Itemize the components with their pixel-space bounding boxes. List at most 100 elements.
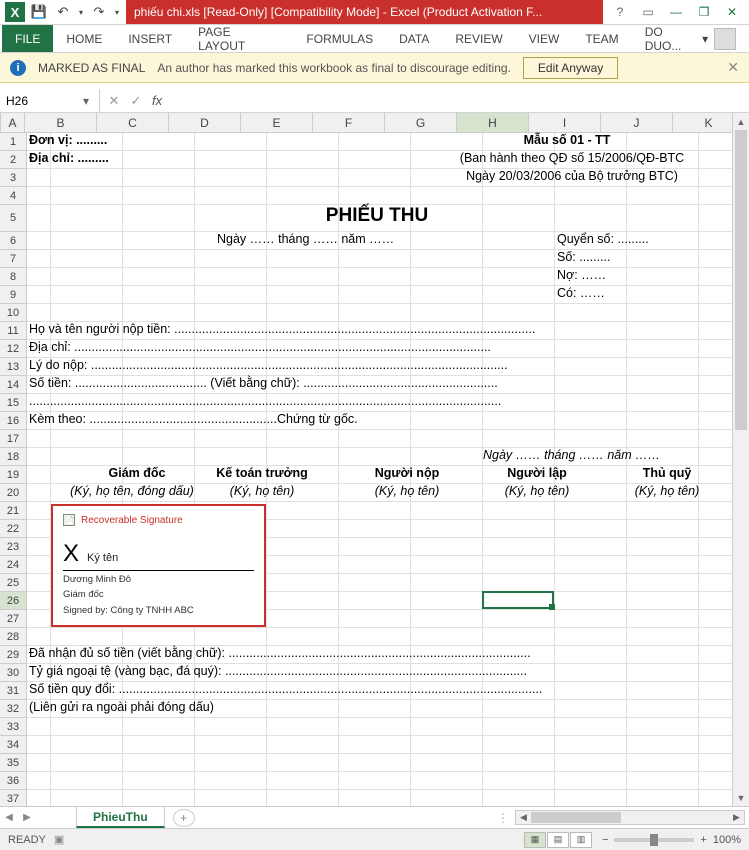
scroll-left-icon[interactable]: ◀ bbox=[516, 812, 531, 823]
signature-box[interactable]: 📄 Recoverable Signature X Ký tên Dương M… bbox=[51, 504, 266, 627]
user-menu[interactable]: DO DUO... ▾ bbox=[632, 25, 749, 52]
horizontal-scrollbar[interactable]: ◀ ▶ bbox=[515, 810, 745, 825]
page-layout-view-icon[interactable]: ▤ bbox=[547, 832, 569, 848]
row-header-22[interactable]: 22 bbox=[0, 520, 27, 538]
row-header-36[interactable]: 36 bbox=[0, 772, 27, 790]
tab-file[interactable]: FILE bbox=[2, 25, 53, 52]
col-header-F[interactable]: F bbox=[313, 113, 385, 132]
tab-insert[interactable]: INSERT bbox=[115, 25, 185, 52]
sheet-split-handle[interactable]: ⋮ bbox=[497, 811, 509, 825]
enter-formula-icon[interactable]: ✓ bbox=[126, 93, 146, 109]
row-header-13[interactable]: 13 bbox=[0, 358, 27, 376]
row-header-16[interactable]: 16 bbox=[0, 412, 27, 430]
row-header-24[interactable]: 24 bbox=[0, 556, 27, 574]
col-header-B[interactable]: B bbox=[25, 113, 97, 132]
row-header-2[interactable]: 2 bbox=[0, 151, 27, 169]
name-box-dropdown-icon[interactable]: ▾ bbox=[79, 94, 93, 108]
row-header-29[interactable]: 29 bbox=[0, 646, 27, 664]
scroll-down-icon[interactable]: ▼ bbox=[733, 789, 749, 806]
col-header-K[interactable]: K bbox=[673, 113, 732, 132]
fx-icon[interactable]: fx bbox=[148, 93, 166, 108]
scroll-right-icon[interactable]: ▶ bbox=[729, 812, 744, 823]
page-break-view-icon[interactable]: ▥ bbox=[570, 832, 592, 848]
macro-record-icon[interactable]: ▣ bbox=[54, 833, 64, 846]
save-icon[interactable]: 💾 bbox=[28, 1, 50, 23]
row-header-31[interactable]: 31 bbox=[0, 682, 27, 700]
row-header-21[interactable]: 21 bbox=[0, 502, 27, 520]
col-header-G[interactable]: G bbox=[385, 113, 457, 132]
col-header-J[interactable]: J bbox=[601, 113, 673, 132]
zoom-in-icon[interactable]: + bbox=[700, 834, 706, 846]
row-header-4[interactable]: 4 bbox=[0, 187, 27, 205]
undo-icon[interactable]: ↶ bbox=[52, 1, 74, 23]
row-header-26[interactable]: 26 bbox=[0, 592, 27, 610]
tab-formulas[interactable]: FORMULAS bbox=[293, 25, 386, 52]
row-header-23[interactable]: 23 bbox=[0, 538, 27, 556]
row-header-7[interactable]: 7 bbox=[0, 250, 27, 268]
row-header-37[interactable]: 37 bbox=[0, 790, 27, 806]
sheet-nav-prev-icon[interactable]: ◀ bbox=[0, 812, 18, 823]
row-header-6[interactable]: 6 bbox=[0, 232, 27, 250]
row-header-30[interactable]: 30 bbox=[0, 664, 27, 682]
row-header-9[interactable]: 9 bbox=[0, 286, 27, 304]
row-header-20[interactable]: 20 bbox=[0, 484, 27, 502]
zoom-out-icon[interactable]: − bbox=[602, 834, 608, 846]
vertical-scroll-thumb[interactable] bbox=[735, 130, 747, 430]
minimize-icon[interactable]: — bbox=[663, 1, 689, 23]
tab-home[interactable]: HOME bbox=[53, 25, 115, 52]
row-header-14[interactable]: 14 bbox=[0, 376, 27, 394]
col-header-D[interactable]: D bbox=[169, 113, 241, 132]
tab-view[interactable]: VIEW bbox=[516, 25, 573, 52]
row-header-33[interactable]: 33 bbox=[0, 718, 27, 736]
edit-anyway-button[interactable]: Edit Anyway bbox=[523, 57, 618, 79]
row-header-8[interactable]: 8 bbox=[0, 268, 27, 286]
col-header-E[interactable]: E bbox=[241, 113, 313, 132]
row-header-3[interactable]: 3 bbox=[0, 169, 27, 187]
name-box[interactable]: H26 ▾ bbox=[0, 89, 100, 112]
row-header-18[interactable]: 18 bbox=[0, 448, 27, 466]
col-header-C[interactable]: C bbox=[97, 113, 169, 132]
row-header-27[interactable]: 27 bbox=[0, 610, 27, 628]
zoom-slider-thumb[interactable] bbox=[650, 834, 658, 846]
row-header-25[interactable]: 25 bbox=[0, 574, 27, 592]
info-bar-close-icon[interactable]: ✕ bbox=[727, 59, 739, 76]
row-header-34[interactable]: 34 bbox=[0, 736, 27, 754]
formula-input[interactable] bbox=[170, 89, 749, 112]
tab-review[interactable]: REVIEW bbox=[442, 25, 515, 52]
sheet-nav-next-icon[interactable]: ▶ bbox=[18, 812, 36, 823]
close-icon[interactable]: ✕ bbox=[719, 1, 745, 23]
zoom-slider[interactable] bbox=[614, 838, 694, 842]
redo-icon[interactable]: ↷ bbox=[88, 1, 110, 23]
tab-team[interactable]: TEAM bbox=[572, 25, 631, 52]
tab-page-layout[interactable]: PAGE LAYOUT bbox=[185, 25, 293, 52]
ribbon-options-icon[interactable]: ▭ bbox=[635, 1, 661, 23]
row-header-1[interactable]: 1 bbox=[0, 133, 27, 151]
vertical-scrollbar[interactable]: ▲ ▼ bbox=[732, 113, 749, 806]
col-header-H[interactable]: H bbox=[457, 113, 529, 132]
col-header-A[interactable]: A bbox=[1, 113, 25, 132]
col-header-I[interactable]: I bbox=[529, 113, 601, 132]
row-header-28[interactable]: 28 bbox=[0, 628, 27, 646]
sheet-tab-active[interactable]: PhieuThu bbox=[76, 807, 165, 828]
row-header-17[interactable]: 17 bbox=[0, 430, 27, 448]
horizontal-scroll-thumb[interactable] bbox=[531, 812, 621, 823]
cells-area[interactable]: Đơn vị: ......... Mẫu số 01 - TT Địa chỉ… bbox=[27, 133, 732, 806]
row-header-12[interactable]: 12 bbox=[0, 340, 27, 358]
row-header-35[interactable]: 35 bbox=[0, 754, 27, 772]
help-icon[interactable]: ? bbox=[607, 1, 633, 23]
row-header-10[interactable]: 10 bbox=[0, 304, 27, 322]
row-header-11[interactable]: 11 bbox=[0, 322, 27, 340]
row-header-5[interactable]: 5 bbox=[0, 205, 27, 232]
undo-dropdown-icon[interactable]: ▾ bbox=[76, 1, 86, 23]
cancel-formula-icon[interactable]: ✕ bbox=[104, 93, 124, 109]
row-header-32[interactable]: 32 bbox=[0, 700, 27, 718]
row-header-19[interactable]: 19 bbox=[0, 466, 27, 484]
zoom-level[interactable]: 100% bbox=[713, 834, 741, 846]
qat-customize-icon[interactable]: ▾ bbox=[112, 1, 122, 23]
tab-data[interactable]: DATA bbox=[386, 25, 442, 52]
scroll-up-icon[interactable]: ▲ bbox=[733, 113, 749, 130]
row-header-15[interactable]: 15 bbox=[0, 394, 27, 412]
restore-icon[interactable]: ❐ bbox=[691, 1, 717, 23]
normal-view-icon[interactable]: ▦ bbox=[524, 832, 546, 848]
add-sheet-icon[interactable]: + bbox=[173, 809, 195, 827]
